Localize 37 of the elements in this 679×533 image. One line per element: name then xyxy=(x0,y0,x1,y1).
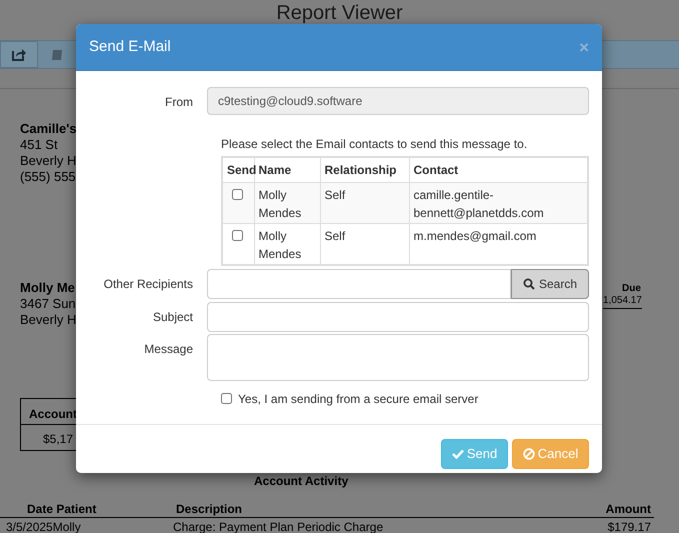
send-checkbox[interactable] xyxy=(232,189,243,200)
field-label: Subject xyxy=(152,310,193,324)
export-button[interactable] xyxy=(0,41,38,68)
patient-address-line: Beverly H xyxy=(20,312,76,328)
column-header: Amount xyxy=(606,501,651,518)
cancel-button[interactable]: Cancel xyxy=(512,438,589,468)
due-amount: 1,054.17 xyxy=(603,293,642,309)
subject-field[interactable] xyxy=(207,302,589,332)
table-cell-text: $179.17 xyxy=(608,519,651,533)
secure-server-checkbox[interactable] xyxy=(221,393,232,404)
ban-icon xyxy=(522,448,535,460)
patient-address-line: 3467 Sun xyxy=(20,296,76,312)
send-button[interactable]: Send xyxy=(441,438,508,468)
recipients-field[interactable] xyxy=(207,268,511,298)
share-icon xyxy=(12,48,26,61)
dialog-title: Send E-Mail xyxy=(89,36,171,57)
send-checkbox[interactable] xyxy=(232,230,243,241)
activity-title: Account Activity xyxy=(254,475,348,488)
practice-address-line: (555) 555 xyxy=(20,169,77,185)
practice-address-line: Beverly H xyxy=(20,153,77,169)
due-label: Due xyxy=(622,282,641,296)
search-button[interactable]: Search xyxy=(511,268,589,298)
contacts-instructions: Please select the Email contacts to send this message to. xyxy=(221,136,528,153)
practice-address-line: 451 St xyxy=(20,137,59,153)
column-header: Description xyxy=(176,501,242,518)
column-header: Date Patient xyxy=(27,501,96,518)
field-label: Message xyxy=(144,342,193,356)
practice-name: Camille's xyxy=(20,121,77,137)
field-label: From xyxy=(165,95,193,109)
checkmark-icon xyxy=(452,448,464,458)
close-button[interactable]: × xyxy=(579,38,589,56)
field-label: Other Recipients xyxy=(104,276,193,290)
message-field[interactable] xyxy=(207,334,589,380)
search-icon xyxy=(522,278,535,290)
patient-name: Molly Me xyxy=(20,280,76,296)
secure-server-label: Yes, I am sending from a secure email server xyxy=(238,390,478,408)
report-title: Report Viewer xyxy=(275,2,404,24)
